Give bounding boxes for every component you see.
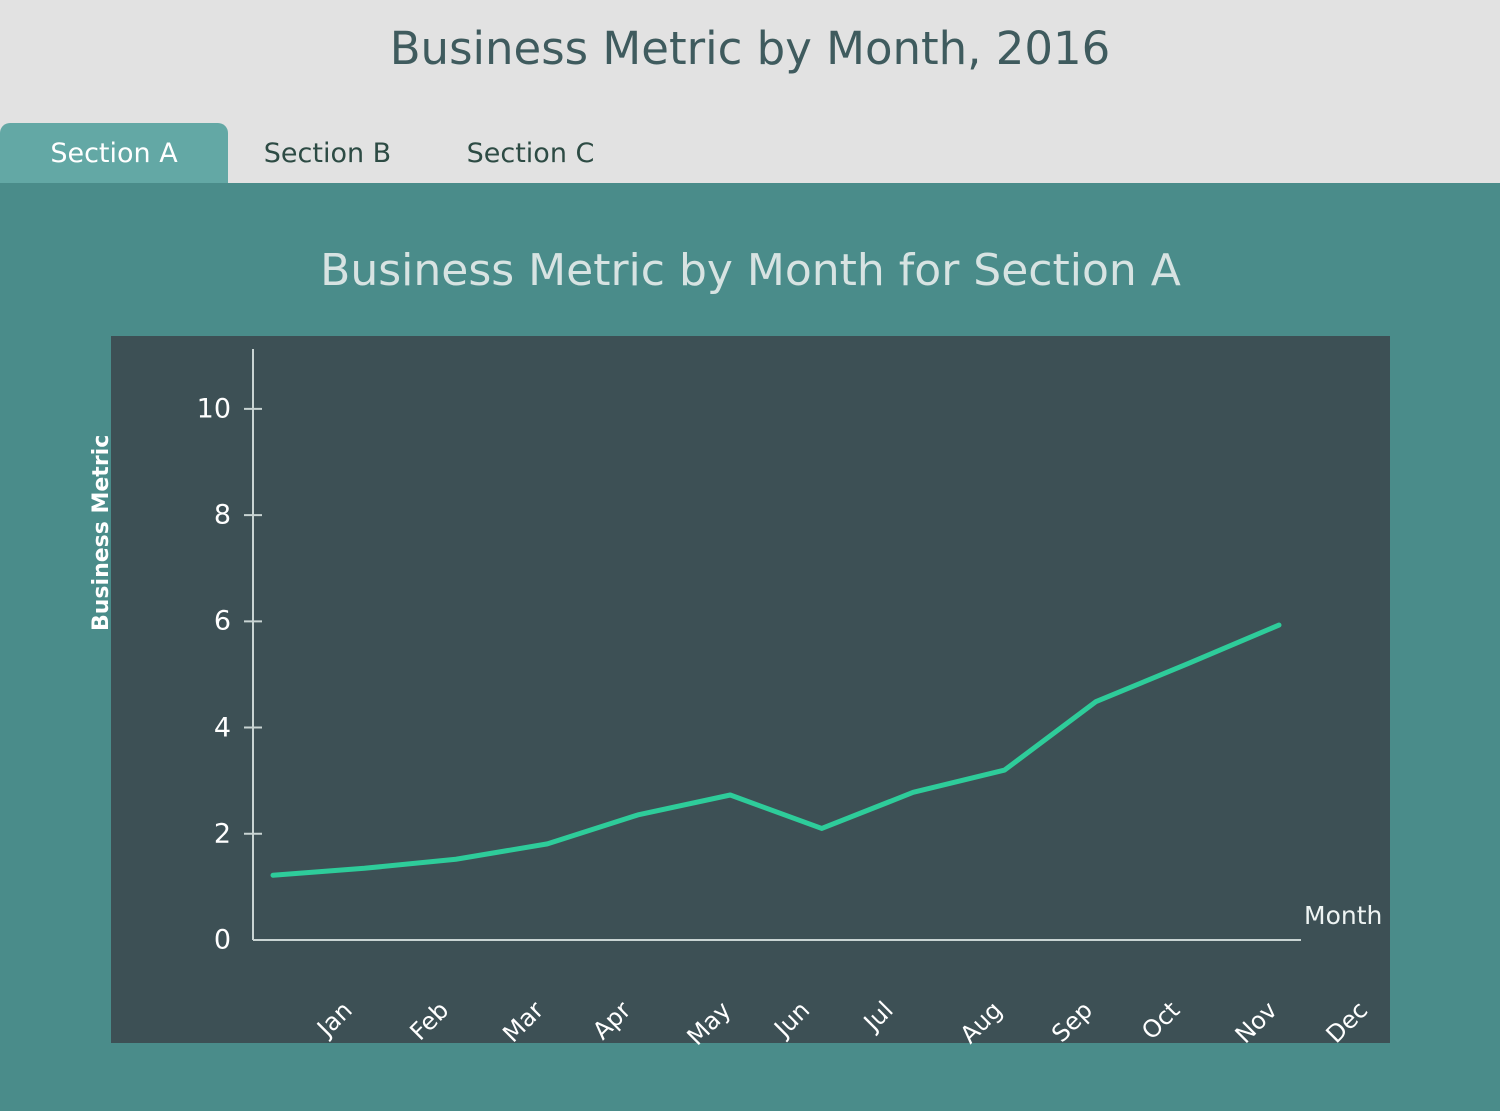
tab-label: Section B: [263, 137, 392, 169]
y-tick-label: 10: [196, 393, 231, 425]
tab-bar: Section A Section B Section C: [0, 123, 1500, 183]
y-tick-label: 4: [213, 712, 231, 744]
y-tick-label: 0: [213, 924, 231, 956]
chart-plot-area: Business Metric Month 0 2 4 6 8 10 Jan Feb Mar A…: [89, 336, 1390, 1051]
y-tick-label: 6: [213, 605, 231, 637]
tab-section-c[interactable]: Section C: [443, 123, 618, 183]
y-axis-title: Business Metric: [89, 434, 114, 631]
header-bar: Business Metric by Month, 2016: [0, 0, 1500, 123]
tab-label: Section C: [466, 137, 595, 169]
content-panel: Business Metric by Month for Section A B…: [0, 183, 1500, 1111]
y-tick-label: 8: [213, 499, 231, 531]
line-chart-svg: [244, 349, 1301, 941]
tab-label: Section A: [50, 137, 178, 169]
page-title: Business Metric by Month, 2016: [389, 22, 1111, 75]
x-axis-title: Month: [1304, 901, 1383, 930]
y-tick-label: 2: [213, 818, 231, 850]
chart-title: Business Metric by Month for Section A: [320, 245, 1181, 296]
tab-section-b[interactable]: Section B: [240, 123, 415, 183]
tab-section-a[interactable]: Section A: [0, 123, 228, 183]
